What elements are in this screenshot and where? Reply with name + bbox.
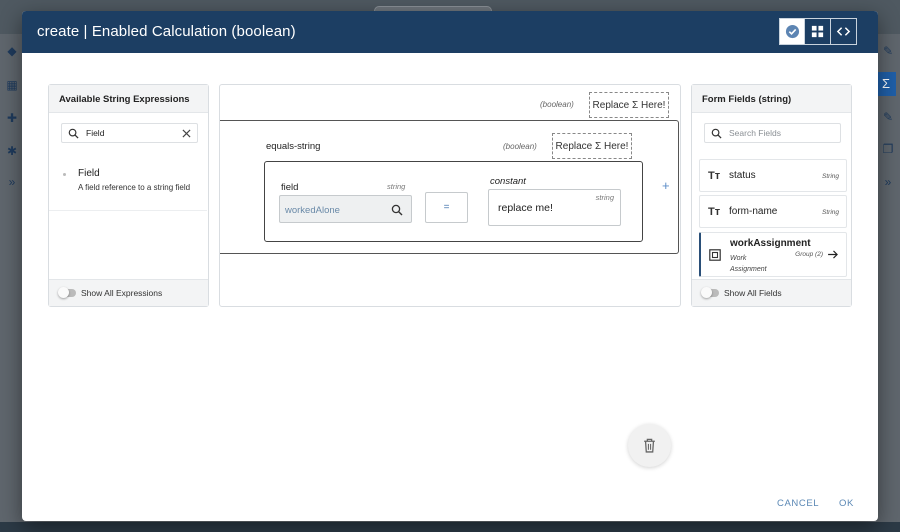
field-subtitle: Work Assignment <box>730 255 767 273</box>
field-type-tag: string <box>387 182 406 191</box>
cancel-button[interactable]: CANCEL <box>777 498 819 509</box>
group-icon <box>709 249 721 261</box>
wrench-icon: ✎ <box>882 44 894 58</box>
trash-icon <box>644 438 655 453</box>
toggle-label: Show All Expressions <box>81 288 163 298</box>
ok-button[interactable]: OK <box>839 498 854 509</box>
arrow-right-icon[interactable] <box>828 250 839 259</box>
expression-search <box>61 123 198 143</box>
sigma-icon: Σ <box>876 72 896 96</box>
field-item-form-name[interactable]: Tт form-name String <box>699 195 847 228</box>
expression-name: equals-string <box>266 141 321 152</box>
field-type: String <box>822 173 839 180</box>
string-expressions-panel: Available String Expressions Field A fie… <box>48 84 209 307</box>
constant-value: replace me! <box>498 202 553 214</box>
panel-title: Form Fields (string) <box>692 85 851 113</box>
show-all-fields-toggle[interactable]: Show All Fields <box>692 279 851 306</box>
field-type: String <box>822 209 839 216</box>
field-label: field <box>281 182 299 193</box>
toggle-switch[interactable] <box>58 287 76 298</box>
field-item-work-assignment[interactable]: workAssignment Work Assignment Group (2) <box>699 232 847 277</box>
code-view-button[interactable] <box>831 18 857 45</box>
gear-icon: ✱ <box>6 144 18 158</box>
delete-button[interactable] <box>628 424 671 467</box>
clear-search-icon[interactable] <box>182 129 191 138</box>
text-type-icon: Tт <box>708 170 721 182</box>
search-icon <box>68 128 79 139</box>
expression-name: Field <box>78 168 100 179</box>
background-left-rail: ◆ ▦ ✚ ✱ » <box>0 34 24 524</box>
form-fields-panel: Form Fields (string) Tт status String Tт… <box>691 84 852 307</box>
dashboard-icon: ▦ <box>6 78 18 92</box>
field-search <box>704 123 841 143</box>
expression-item-field[interactable]: Field A field reference to a string fiel… <box>49 161 207 211</box>
constant-label: constant <box>490 176 526 187</box>
search-icon <box>711 128 722 139</box>
dialog-title: create | Enabled Calculation (boolean) <box>37 23 296 40</box>
visual-view-button[interactable] <box>805 18 831 45</box>
expand-icon: » <box>8 175 16 189</box>
expand-icon: » <box>884 175 892 189</box>
field-name: workAssignment <box>730 238 811 249</box>
toggle-switch[interactable] <box>701 287 719 298</box>
expression-search-input[interactable] <box>86 128 176 138</box>
grid-icon <box>811 25 824 38</box>
field-picker[interactable]: workedAlone <box>279 195 412 223</box>
comparison-block: field string workedAlone = constant stri… <box>264 161 643 242</box>
check-circle-icon <box>785 24 799 39</box>
puzzle-icon: ✚ <box>6 111 18 125</box>
drag-handle <box>63 173 66 176</box>
outer-replace-button[interactable]: Replace Σ Here! <box>589 92 669 118</box>
panel-title: Available String Expressions <box>49 85 208 113</box>
text-type-icon: Tт <box>708 206 721 218</box>
field-item-status[interactable]: Tт status String <box>699 159 847 192</box>
dialog-header: create | Enabled Calculation (boolean) <box>22 11 878 53</box>
copy-icon: ❐ <box>882 142 894 156</box>
toggle-label: Show All Fields <box>724 288 782 298</box>
expression-description: A field reference to a string field <box>78 183 191 192</box>
add-expression-icon[interactable]: + <box>662 178 670 193</box>
expression-builder: (boolean) Replace Σ Here! equals-string … <box>219 84 681 307</box>
field-name: status <box>729 170 756 181</box>
constant-input[interactable]: string replace me! <box>488 189 621 226</box>
constant-type-tag: string <box>595 193 614 202</box>
inner-replace-button[interactable]: Replace Σ Here! <box>552 133 632 159</box>
pencil-icon: ✎ <box>882 110 894 124</box>
outer-type-tag: (boolean) <box>540 100 574 109</box>
field-name: form-name <box>729 206 778 217</box>
search-icon[interactable] <box>391 204 403 216</box>
background-right-rail: ✎ Σ ✎ ❐ » <box>876 34 900 524</box>
field-search-input[interactable] <box>729 128 819 138</box>
calculation-dialog: create | Enabled Calculation (boolean) A… <box>22 11 878 521</box>
field-type: Group (2) <box>795 251 823 258</box>
field-value: workedAlone <box>285 205 340 216</box>
show-all-expressions-toggle[interactable]: Show All Expressions <box>49 279 208 306</box>
background-statusbar <box>0 522 900 532</box>
code-icon <box>836 27 851 36</box>
expression-type-tag: (boolean) <box>503 142 537 151</box>
check-view-button[interactable] <box>779 18 805 45</box>
view-mode-buttons <box>779 18 857 45</box>
operator-selector[interactable]: = <box>425 192 468 223</box>
equals-string-block[interactable]: equals-string (boolean) Replace Σ Here! … <box>220 120 679 254</box>
layers-icon: ◆ <box>7 44 17 58</box>
